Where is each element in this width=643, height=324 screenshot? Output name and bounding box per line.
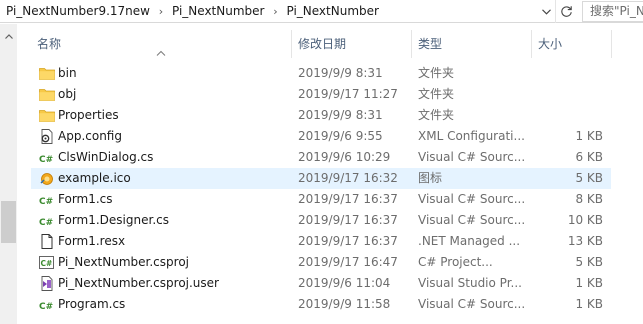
refresh-icon[interactable] bbox=[555, 0, 577, 23]
csharp-file-icon: C# bbox=[39, 213, 55, 228]
file-name: Pi_NextNumber.csproj bbox=[58, 255, 189, 269]
file-name: Form1.Designer.cs bbox=[58, 213, 169, 227]
file-date: 2019/9/9 8:31 bbox=[298, 66, 383, 80]
address-bar: Pi_NextNumber9.17new › Pi_NextNumber › P… bbox=[0, 0, 643, 23]
file-type: C# Project... bbox=[418, 255, 493, 269]
vs-user-file-icon bbox=[39, 276, 55, 291]
file-date: 2019/9/17 16:37 bbox=[298, 234, 398, 248]
file-size: 1 KB bbox=[575, 276, 603, 290]
file-row[interactable]: C# Form1.Designer.cs 2019/9/17 16:37 Visual… bbox=[31, 210, 611, 231]
csharp-file-icon: C# bbox=[39, 150, 55, 165]
file-row[interactable]: bin 2019/9/9 8:31 文件夹 bbox=[31, 63, 611, 84]
file-date: 2019/9/17 16:37 bbox=[298, 192, 398, 206]
file-size: 8 KB bbox=[575, 192, 603, 206]
file-type: Visual C# Sourc... bbox=[418, 150, 526, 164]
file-size: 13 KB bbox=[567, 234, 603, 248]
file-type: Visual C# Sourc... bbox=[418, 297, 526, 311]
file-date: 2019/9/6 10:29 bbox=[298, 150, 391, 164]
file-name: Form1.cs bbox=[58, 192, 113, 206]
file-size bbox=[537, 105, 603, 126]
navigation-pane-scrollbar[interactable] bbox=[0, 24, 17, 324]
file-name: App.config bbox=[58, 129, 122, 143]
file-size: 1 KB bbox=[575, 297, 603, 311]
address-dropdown-icon[interactable] bbox=[538, 0, 554, 23]
column-header-date[interactable]: 修改日期 bbox=[292, 28, 410, 60]
search-input[interactable]: 搜索"Pi_N bbox=[582, 1, 643, 22]
column-divider[interactable] bbox=[611, 30, 612, 58]
file-type: 图标 bbox=[418, 171, 443, 185]
file-row[interactable]: example.ico 2019/9/17 16:32 图标 5 KB bbox=[31, 168, 611, 189]
file-date: 2019/9/6 11:04 bbox=[298, 276, 391, 290]
file-size: 10 KB bbox=[567, 213, 603, 227]
svg-text:C#: C# bbox=[39, 155, 53, 165]
file-type: 文件夹 bbox=[418, 87, 455, 101]
file-type: Visual C# Sourc... bbox=[418, 192, 526, 206]
csharp-file-icon: C# bbox=[39, 297, 55, 312]
file-name: example.ico bbox=[58, 171, 131, 185]
file-date: 2019/9/9 11:58 bbox=[298, 297, 391, 311]
file-size: 1 KB bbox=[575, 129, 603, 143]
resx-file-icon bbox=[39, 234, 55, 249]
column-header-size[interactable]: 大小 bbox=[532, 28, 610, 60]
file-name: obj bbox=[58, 87, 77, 101]
svg-text:C#: C# bbox=[41, 259, 53, 268]
file-name: Properties bbox=[58, 108, 119, 122]
column-header-name[interactable]: 名称 bbox=[31, 28, 287, 60]
file-row[interactable]: Pi_NextNumber.csproj.user 2019/9/6 11:04 V… bbox=[31, 273, 611, 294]
breadcrumb-separator-icon[interactable]: › bbox=[154, 0, 168, 23]
config-file-icon bbox=[39, 129, 55, 144]
file-row[interactable]: C# ClsWinDialog.cs 2019/9/6 10:29 Visual C#… bbox=[31, 147, 611, 168]
svg-text:C#: C# bbox=[39, 302, 53, 312]
column-header-type[interactable]: 类型 bbox=[412, 28, 530, 60]
file-date: 2019/9/6 9:55 bbox=[298, 129, 383, 143]
file-size bbox=[537, 63, 603, 84]
scrollbar-thumb[interactable] bbox=[1, 201, 16, 243]
file-type: 文件夹 bbox=[418, 66, 455, 80]
file-row[interactable]: Properties 2019/9/9 8:31 文件夹 bbox=[31, 105, 611, 126]
ico-file-icon bbox=[39, 171, 55, 186]
breadcrumb-separator-icon[interactable]: › bbox=[268, 0, 282, 23]
file-name: ClsWinDialog.cs bbox=[58, 150, 154, 164]
file-row[interactable]: C# Pi_NextNumber.csproj 2019/9/17 16:47 C# … bbox=[31, 252, 611, 273]
folder-icon bbox=[39, 87, 55, 102]
folder-icon bbox=[39, 66, 55, 81]
svg-text:C#: C# bbox=[39, 197, 53, 207]
file-row[interactable]: C# Program.cs 2019/9/9 11:58 Visual C# Sour… bbox=[31, 294, 611, 315]
file-name: bin bbox=[58, 66, 77, 80]
file-date: 2019/9/17 16:32 bbox=[298, 171, 398, 185]
folder-icon bbox=[39, 108, 55, 123]
file-size: 5 KB bbox=[575, 255, 603, 269]
file-list-scroll-area bbox=[628, 24, 643, 324]
file-row[interactable]: Form1.resx 2019/9/17 16:37 .NET Managed ..… bbox=[31, 231, 611, 252]
file-name: Pi_NextNumber.csproj.user bbox=[58, 276, 219, 290]
file-date: 2019/9/17 16:37 bbox=[298, 213, 398, 227]
breadcrumb-item[interactable]: Pi_NextNumber bbox=[282, 0, 382, 23]
file-name: Form1.resx bbox=[58, 234, 126, 248]
csproj-file-icon: C# bbox=[39, 255, 55, 270]
svg-text:C#: C# bbox=[39, 218, 53, 228]
column-header: 名称 修改日期 类型 大小 bbox=[0, 24, 643, 64]
file-date: 2019/9/9 8:31 bbox=[298, 108, 383, 122]
file-type: XML Configurati... bbox=[418, 129, 525, 143]
file-type: Visual C# Sourc... bbox=[418, 213, 526, 227]
breadcrumb-item[interactable]: Pi_NextNumber9.17new bbox=[0, 0, 154, 23]
file-row[interactable]: App.config 2019/9/6 9:55 XML Configurati..… bbox=[31, 126, 611, 147]
file-size: 6 KB bbox=[575, 150, 603, 164]
file-list: bin 2019/9/9 8:31 文件夹 obj 2019/9/17 11:27 文件夹… bbox=[31, 63, 611, 315]
file-row[interactable]: C# Form1.cs 2019/9/17 16:37 Visual C# Sourc… bbox=[31, 189, 611, 210]
file-date: 2019/9/17 11:27 bbox=[298, 87, 398, 101]
file-type: 文件夹 bbox=[418, 108, 455, 122]
file-size: 5 KB bbox=[575, 171, 603, 185]
scroll-up-icon[interactable] bbox=[0, 28, 17, 45]
file-type: Visual Studio Pr... bbox=[418, 276, 522, 290]
file-name: Program.cs bbox=[58, 297, 126, 311]
breadcrumb: Pi_NextNumber9.17new › Pi_NextNumber › P… bbox=[0, 0, 554, 23]
file-size bbox=[537, 84, 603, 105]
file-type: .NET Managed ... bbox=[418, 234, 521, 248]
csharp-file-icon: C# bbox=[39, 192, 55, 207]
breadcrumb-item[interactable]: Pi_NextNumber bbox=[168, 0, 268, 23]
file-row[interactable]: obj 2019/9/17 11:27 文件夹 bbox=[31, 84, 611, 105]
file-date: 2019/9/17 16:47 bbox=[298, 255, 398, 269]
